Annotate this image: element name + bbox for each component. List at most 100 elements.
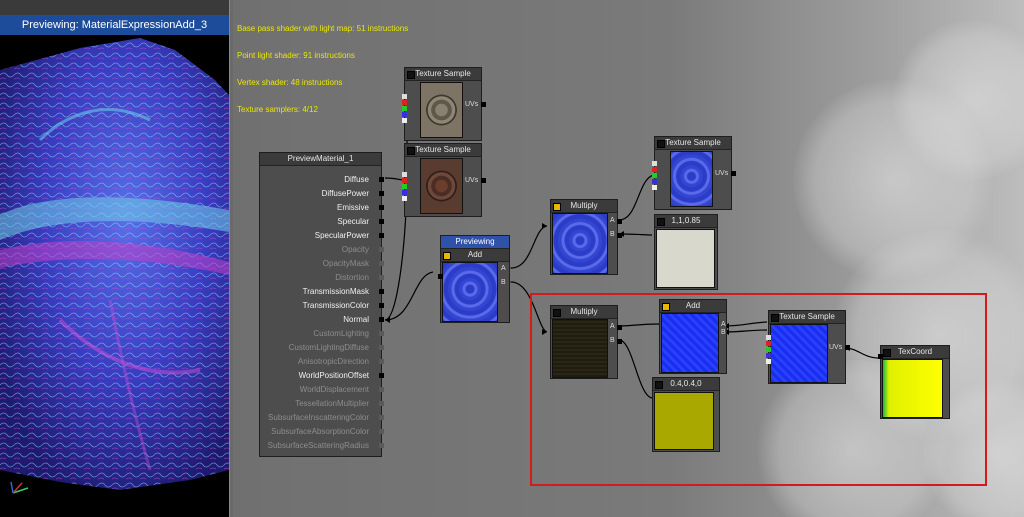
node-title-text: TexCoord xyxy=(897,347,933,356)
channel-rgb-pin[interactable] xyxy=(402,94,407,99)
preview-viewport[interactable]: Previewing: MaterialExpressionAdd_3 xyxy=(0,0,229,517)
channel-b-pin[interactable] xyxy=(652,179,657,184)
node-title: 0.4,0.4,0 xyxy=(653,378,719,391)
material-input-pin[interactable] xyxy=(379,191,384,196)
node-toggle-icon[interactable] xyxy=(407,147,415,155)
channel-r-pin[interactable] xyxy=(766,341,771,346)
node-toggle-icon[interactable] xyxy=(655,381,663,389)
input-a-pin[interactable] xyxy=(438,274,443,279)
uv-label: UVs xyxy=(715,170,729,177)
node-title-text: Multiply xyxy=(570,307,598,316)
channel-g-pin[interactable] xyxy=(652,173,657,178)
output-pin[interactable] xyxy=(878,354,883,359)
node-title-text: Add xyxy=(467,250,483,259)
node-toggle-icon[interactable] xyxy=(553,309,561,317)
material-input-pin[interactable] xyxy=(379,373,384,378)
input-a-label: A xyxy=(610,217,615,224)
node-title: Add xyxy=(441,249,509,262)
material-input-pin[interactable] xyxy=(379,317,384,322)
channel-g-pin[interactable] xyxy=(402,106,407,111)
node-toggle-icon[interactable] xyxy=(883,349,891,357)
input-b-pin[interactable] xyxy=(617,339,622,344)
constant-node[interactable]: 1,1,0.85 xyxy=(654,214,718,290)
texture-thumbnail xyxy=(420,82,463,138)
node-title: Multiply xyxy=(551,200,617,213)
texture-sample-node[interactable]: Texture Sample UVs xyxy=(766,310,850,384)
constant-node[interactable]: 0.4,0.4,0 xyxy=(652,377,720,452)
node-toggle-icon[interactable] xyxy=(662,303,670,311)
channel-g-pin[interactable] xyxy=(766,347,771,352)
input-a-label: A xyxy=(610,323,615,330)
material-input-label: CustomLightingDiffuse xyxy=(288,343,369,352)
node-title-text: 1,1,0.85 xyxy=(671,216,701,225)
material-input-pin[interactable] xyxy=(379,429,384,434)
texture-sample-node[interactable]: Texture Sample UVs xyxy=(652,136,736,210)
input-a-pin[interactable] xyxy=(617,219,622,224)
channel-rgb-pin[interactable] xyxy=(766,335,771,340)
texcoord-preview xyxy=(882,359,943,418)
channel-rgb-pin[interactable] xyxy=(652,161,657,166)
multiply-node[interactable]: Multiply A B xyxy=(550,305,622,379)
node-toggle-icon[interactable] xyxy=(657,218,665,226)
channel-a-pin[interactable] xyxy=(652,185,657,190)
multiply-node[interactable]: Multiply A B xyxy=(550,199,622,275)
node-toggle-icon[interactable] xyxy=(553,203,561,211)
channel-a-pin[interactable] xyxy=(402,118,407,123)
input-a-pin[interactable] xyxy=(617,325,622,330)
material-input-pin[interactable] xyxy=(379,359,384,364)
node-title-text: 0.4,0.4,0 xyxy=(670,379,702,388)
node-title: TexCoord xyxy=(881,346,949,359)
channel-b-pin[interactable] xyxy=(402,112,407,117)
node-title-text: Add xyxy=(685,301,701,310)
preview-mesh xyxy=(0,38,229,490)
channel-r-pin[interactable] xyxy=(402,178,407,183)
material-input-label: DiffusePower xyxy=(321,189,369,198)
uv-input-pin[interactable] xyxy=(731,171,736,176)
channel-r-pin[interactable] xyxy=(402,100,407,105)
node-toggle-icon[interactable] xyxy=(407,71,415,79)
material-input-pin[interactable] xyxy=(379,387,384,392)
uv-input-pin[interactable] xyxy=(845,345,850,350)
material-node[interactable]: PreviewMaterial_1 Diffuse DiffusePower Emi… xyxy=(259,152,384,457)
node-toggle-icon[interactable] xyxy=(657,140,665,148)
node-toggle-icon[interactable] xyxy=(443,252,451,260)
texcoord-node[interactable]: TexCoord xyxy=(878,345,950,419)
channel-rgb-pin[interactable] xyxy=(402,172,407,177)
add-node-previewing[interactable]: Previewing Add A B xyxy=(438,235,510,323)
material-input-pin[interactable] xyxy=(379,261,384,266)
material-input-pin[interactable] xyxy=(379,205,384,210)
material-input-label: Diffuse xyxy=(344,175,369,184)
material-input-label: AnisotropicDirection xyxy=(297,357,369,366)
material-input-pin[interactable] xyxy=(379,219,384,224)
material-input-pin[interactable] xyxy=(379,275,384,280)
material-input-pin[interactable] xyxy=(379,177,384,182)
uv-input-pin[interactable] xyxy=(481,178,486,183)
texture-thumbnail xyxy=(770,324,828,383)
material-input-pin[interactable] xyxy=(379,247,384,252)
channel-g-pin[interactable] xyxy=(402,184,407,189)
add-node[interactable]: Add A B xyxy=(659,299,727,374)
input-b-pin[interactable] xyxy=(617,233,622,238)
uv-input-pin[interactable] xyxy=(481,102,486,107)
channel-a-pin[interactable] xyxy=(766,359,771,364)
material-input-pin[interactable] xyxy=(379,233,384,238)
channel-b-pin[interactable] xyxy=(402,190,407,195)
material-input-pin[interactable] xyxy=(379,415,384,420)
texture-sample-node[interactable]: Texture Sample UVs xyxy=(402,67,486,141)
node-toggle-icon[interactable] xyxy=(771,314,779,322)
texture-sample-node[interactable]: Texture Sample UVs xyxy=(402,143,486,217)
material-input-pin[interactable] xyxy=(379,303,384,308)
node-title: Texture Sample xyxy=(405,68,481,81)
input-b-label: B xyxy=(501,279,506,286)
material-input-pin[interactable] xyxy=(379,331,384,336)
texture-thumbnail xyxy=(420,158,463,214)
channel-b-pin[interactable] xyxy=(766,353,771,358)
channel-r-pin[interactable] xyxy=(652,167,657,172)
material-graph-canvas[interactable]: Base pass shader with light map: 51 inst… xyxy=(233,0,1024,517)
material-input-pin[interactable] xyxy=(379,289,384,294)
node-title: Texture Sample xyxy=(405,144,481,157)
material-input-pin[interactable] xyxy=(379,443,384,448)
material-input-pin[interactable] xyxy=(379,345,384,350)
material-input-pin[interactable] xyxy=(379,401,384,406)
channel-a-pin[interactable] xyxy=(402,196,407,201)
